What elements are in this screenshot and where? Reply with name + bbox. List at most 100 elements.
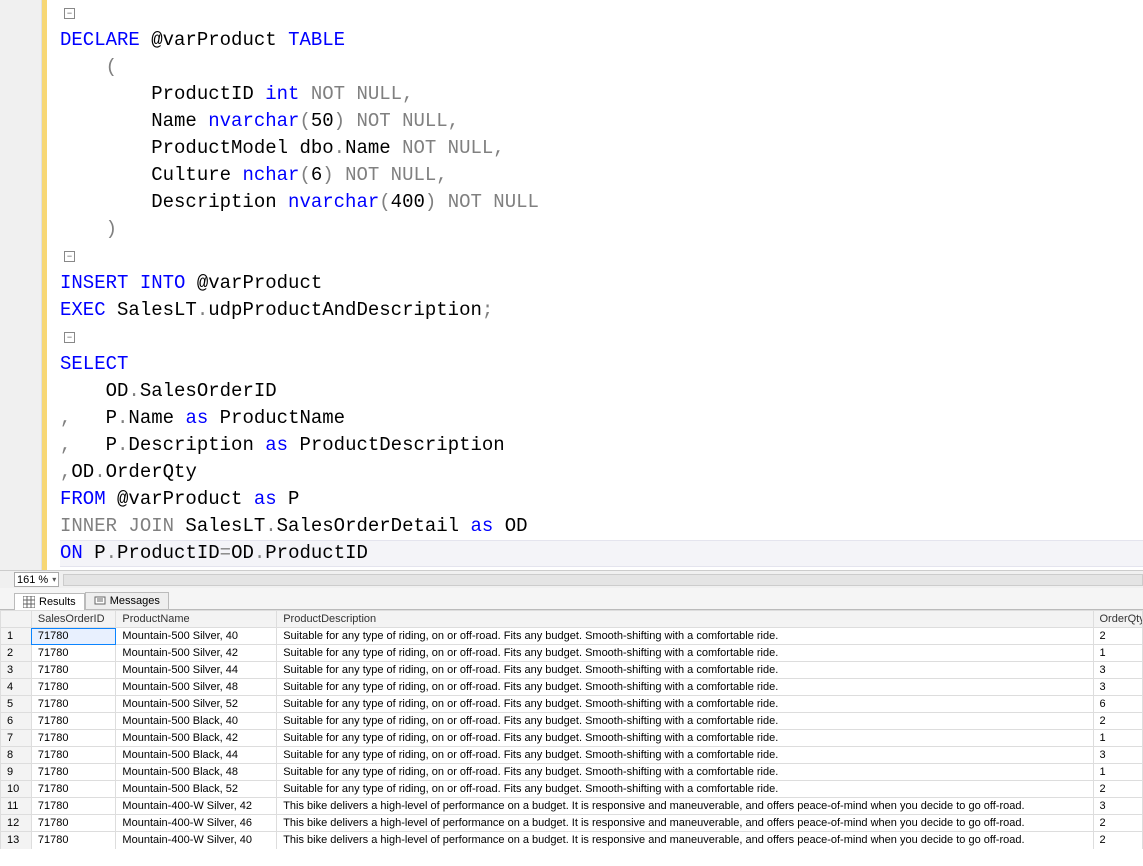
row-number-cell[interactable]: 9 — [1, 764, 32, 781]
cell-salesorderid[interactable]: 71780 — [31, 730, 116, 747]
row-number-cell[interactable]: 3 — [1, 662, 32, 679]
cell-productdescription[interactable]: Suitable for any type of riding, on or o… — [277, 628, 1093, 645]
cell-salesorderid[interactable]: 71780 — [31, 662, 116, 679]
row-number-cell[interactable]: 4 — [1, 679, 32, 696]
table-row[interactable]: 171780Mountain-500 Silver, 40Suitable fo… — [1, 628, 1143, 645]
cell-productdescription[interactable]: Suitable for any type of riding, on or o… — [277, 713, 1093, 730]
cell-orderqty[interactable]: 2 — [1093, 815, 1143, 832]
zoom-level-select[interactable]: 161 % — [14, 572, 59, 587]
cell-salesorderid[interactable]: 71780 — [31, 798, 116, 815]
cell-productdescription[interactable]: Suitable for any type of riding, on or o… — [277, 747, 1093, 764]
cell-productname[interactable]: Mountain-500 Black, 52 — [116, 781, 277, 798]
cell-productdescription[interactable]: This bike delivers a high-level of perfo… — [277, 832, 1093, 849]
column-header[interactable]: ProductDescription — [277, 611, 1093, 628]
cell-salesorderid[interactable]: 71780 — [31, 832, 116, 849]
column-header[interactable]: SalesOrderID — [31, 611, 116, 628]
cell-productname[interactable]: Mountain-500 Silver, 40 — [116, 628, 277, 645]
results-grid[interactable]: SalesOrderID ProductName ProductDescript… — [0, 610, 1143, 866]
row-number-cell[interactable]: 11 — [1, 798, 32, 815]
code-line: , P.Description as ProductDescription — [60, 434, 505, 456]
tab-results[interactable]: Results — [14, 593, 85, 610]
code-line: ,OD.OrderQty — [60, 461, 197, 483]
cell-productname[interactable]: Mountain-500 Black, 48 — [116, 764, 277, 781]
grid-icon — [23, 596, 35, 608]
cell-orderqty[interactable]: 2 — [1093, 781, 1143, 798]
table-row[interactable]: 271780Mountain-500 Silver, 42Suitable fo… — [1, 645, 1143, 662]
cell-salesorderid[interactable]: 71780 — [31, 713, 116, 730]
cell-salesorderid[interactable]: 71780 — [31, 781, 116, 798]
row-number-cell[interactable]: 7 — [1, 730, 32, 747]
row-number-cell[interactable]: 10 — [1, 781, 32, 798]
code-content[interactable]: DECLARE @varProduct TABLE ( ProductID in… — [60, 0, 1143, 570]
cell-productname[interactable]: Mountain-500 Black, 42 — [116, 730, 277, 747]
cell-salesorderid[interactable]: 71780 — [31, 815, 116, 832]
cell-orderqty[interactable]: 1 — [1093, 645, 1143, 662]
cell-productdescription[interactable]: This bike delivers a high-level of perfo… — [277, 815, 1093, 832]
cell-orderqty[interactable]: 6 — [1093, 696, 1143, 713]
code-line: INNER JOIN SalesLT.SalesOrderDetail as O… — [60, 515, 528, 537]
cell-orderqty[interactable]: 3 — [1093, 679, 1143, 696]
row-number-cell[interactable]: 6 — [1, 713, 32, 730]
table-row[interactable]: 871780Mountain-500 Black, 44Suitable for… — [1, 747, 1143, 764]
table-row[interactable]: 1071780Mountain-500 Black, 52Suitable fo… — [1, 781, 1143, 798]
cell-salesorderid[interactable]: 71780 — [31, 679, 116, 696]
cell-salesorderid[interactable]: 71780 — [31, 764, 116, 781]
table-row[interactable]: 771780Mountain-500 Black, 42Suitable for… — [1, 730, 1143, 747]
cell-salesorderid[interactable]: 71780 — [31, 696, 116, 713]
table-row[interactable]: 371780Mountain-500 Silver, 44Suitable fo… — [1, 662, 1143, 679]
cell-productdescription[interactable]: Suitable for any type of riding, on or o… — [277, 764, 1093, 781]
cell-salesorderid[interactable]: 71780 — [31, 747, 116, 764]
cell-productdescription[interactable]: Suitable for any type of riding, on or o… — [277, 679, 1093, 696]
tab-messages[interactable]: Messages — [85, 592, 169, 609]
row-number-cell[interactable]: 12 — [1, 815, 32, 832]
row-number-cell[interactable]: 5 — [1, 696, 32, 713]
table-row[interactable]: 1171780Mountain-400-W Silver, 42This bik… — [1, 798, 1143, 815]
cell-productname[interactable]: Mountain-400-W Silver, 40 — [116, 832, 277, 849]
table-row[interactable]: 1371780Mountain-400-W Silver, 40This bik… — [1, 832, 1143, 849]
table-row[interactable]: 571780Mountain-500 Silver, 52Suitable fo… — [1, 696, 1143, 713]
cell-productname[interactable]: Mountain-400-W Silver, 46 — [116, 815, 277, 832]
row-number-cell[interactable]: 8 — [1, 747, 32, 764]
code-line: ) — [60, 218, 117, 240]
cell-productdescription[interactable]: Suitable for any type of riding, on or o… — [277, 662, 1093, 679]
row-number-cell[interactable]: 2 — [1, 645, 32, 662]
cell-productdescription[interactable]: Suitable for any type of riding, on or o… — [277, 781, 1093, 798]
column-header[interactable]: OrderQty — [1093, 611, 1143, 628]
code-line: ( — [60, 56, 117, 78]
messages-icon — [94, 595, 106, 607]
table-row[interactable]: 671780Mountain-500 Black, 40Suitable for… — [1, 713, 1143, 730]
cell-orderqty[interactable]: 3 — [1093, 747, 1143, 764]
cell-productdescription[interactable]: Suitable for any type of riding, on or o… — [277, 730, 1093, 747]
code-line: Culture nchar(6) NOT NULL, — [60, 164, 448, 186]
cell-productname[interactable]: Mountain-400-W Silver, 42 — [116, 798, 277, 815]
cell-productdescription[interactable]: Suitable for any type of riding, on or o… — [277, 645, 1093, 662]
cell-productname[interactable]: Mountain-500 Silver, 52 — [116, 696, 277, 713]
cell-orderqty[interactable]: 1 — [1093, 764, 1143, 781]
cell-productname[interactable]: Mountain-500 Silver, 42 — [116, 645, 277, 662]
row-number-header[interactable] — [1, 611, 32, 628]
row-number-cell[interactable]: 13 — [1, 832, 32, 849]
table-row[interactable]: 471780Mountain-500 Silver, 48Suitable fo… — [1, 679, 1143, 696]
cell-salesorderid[interactable]: 71780 — [31, 645, 116, 662]
cell-orderqty[interactable]: 2 — [1093, 713, 1143, 730]
cell-productname[interactable]: Mountain-500 Black, 40 — [116, 713, 277, 730]
code-line: Description nvarchar(400) NOT NULL — [60, 191, 539, 213]
cell-salesorderid[interactable]: 71780 — [31, 628, 116, 645]
cell-productname[interactable]: Mountain-500 Silver, 48 — [116, 679, 277, 696]
cell-orderqty[interactable]: 2 — [1093, 832, 1143, 849]
cell-orderqty[interactable]: 3 — [1093, 662, 1143, 679]
cell-productdescription[interactable]: Suitable for any type of riding, on or o… — [277, 696, 1093, 713]
cell-productname[interactable]: Mountain-500 Black, 44 — [116, 747, 277, 764]
cell-productdescription[interactable]: This bike delivers a high-level of perfo… — [277, 798, 1093, 815]
column-header[interactable]: ProductName — [116, 611, 277, 628]
cell-productname[interactable]: Mountain-500 Silver, 44 — [116, 662, 277, 679]
table-row[interactable]: 1271780Mountain-400-W Silver, 46This bik… — [1, 815, 1143, 832]
code-line: , P.Name as ProductName — [60, 407, 345, 429]
cell-orderqty[interactable]: 3 — [1093, 798, 1143, 815]
table-row[interactable]: 971780Mountain-500 Black, 48Suitable for… — [1, 764, 1143, 781]
row-number-cell[interactable]: 1 — [1, 628, 32, 645]
horizontal-scrollbar[interactable] — [63, 574, 1143, 586]
cell-orderqty[interactable]: 2 — [1093, 628, 1143, 645]
sql-editor[interactable]: DECLARE @varProduct TABLE ( ProductID in… — [0, 0, 1143, 570]
cell-orderqty[interactable]: 1 — [1093, 730, 1143, 747]
